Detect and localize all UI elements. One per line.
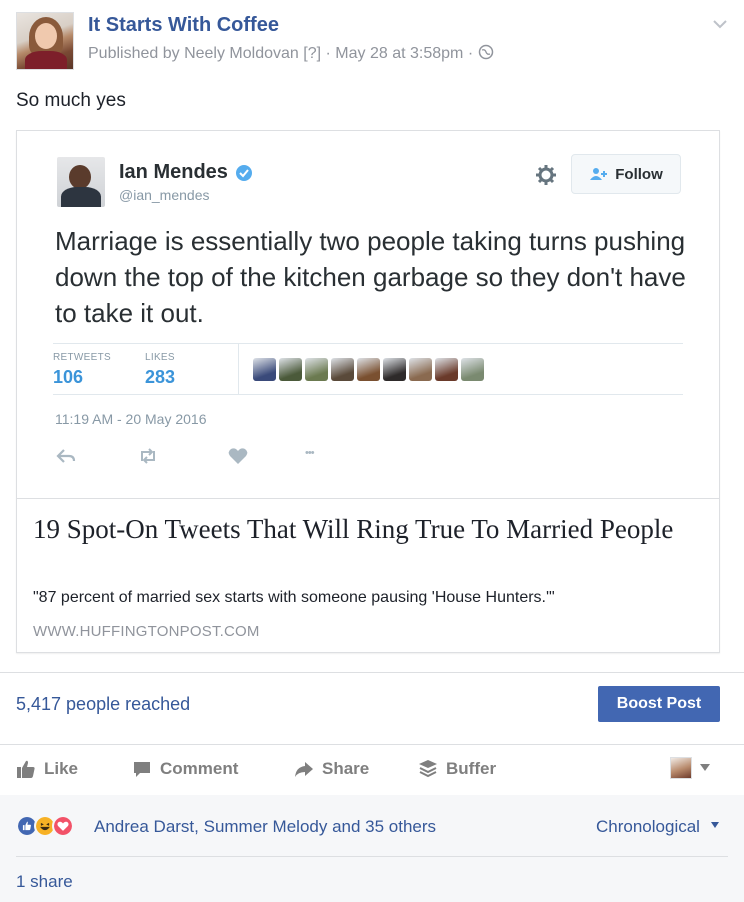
tweet-author-avatar	[57, 157, 105, 207]
link-title[interactable]: 19 Spot-On Tweets That Will Ring True To…	[33, 513, 693, 545]
add-user-icon	[590, 168, 608, 180]
tweet-follow-button: Follow	[571, 154, 681, 194]
tweet-author-handle: @ian_mendes	[119, 187, 210, 203]
liker-avatar	[331, 358, 354, 381]
stats-divider	[238, 344, 239, 394]
retweets-count: 106	[53, 367, 84, 387]
shared-link-card[interactable]: Ian Mendes @ian_mendes Follow Marriage i…	[16, 130, 720, 653]
heart-icon	[228, 448, 248, 464]
retweets-stat: RETWEETS 106	[53, 352, 111, 388]
globe-icon[interactable]	[478, 44, 494, 60]
buffer-label: Buffer	[446, 759, 497, 778]
post-text: So much yes	[16, 90, 126, 111]
like-button[interactable]: Like	[16, 756, 78, 782]
chevron-down-icon[interactable]	[712, 16, 728, 32]
love-reaction-icon	[52, 815, 74, 837]
tweet-author-name: Ian Mendes	[119, 161, 228, 183]
comment-button[interactable]: Comment	[132, 756, 238, 782]
likes-stat: LIKES 283	[145, 352, 175, 388]
share-button[interactable]: Share	[294, 756, 369, 782]
help-marker[interactable]: [?]	[303, 45, 321, 62]
post-action-bar: Like Comment Share Buffer	[0, 746, 744, 794]
post-timestamp[interactable]: May 28 at 3:58pm	[335, 45, 463, 62]
gear-icon	[536, 165, 556, 185]
post-meta: Published by Neely Moldovan [?] · May 28…	[88, 44, 494, 63]
share-arrow-icon	[295, 762, 313, 777]
retweet-icon	[141, 448, 155, 464]
reach-link[interactable]: 5,417 people reached	[16, 694, 190, 715]
retweets-label: RETWEETS	[53, 352, 111, 363]
tweet-stats: RETWEETS 106 LIKES 283	[53, 343, 683, 395]
page-avatar[interactable]	[16, 12, 74, 70]
more-icon: •••	[305, 447, 315, 459]
liker-avatar	[305, 358, 328, 381]
post-header: It Starts With Coffee Published by Neely…	[16, 12, 728, 74]
reaction-icons[interactable]	[16, 815, 96, 839]
likes-label: LIKES	[145, 352, 175, 363]
link-domain: WWW.HUFFINGTONPOST.COM	[33, 623, 260, 640]
tweet-text: Marriage is essentially two people takin…	[55, 226, 686, 328]
sort-dropdown[interactable]: Chronological	[596, 817, 700, 837]
boost-post-button[interactable]: Boost Post	[598, 686, 720, 722]
liker-avatar	[409, 358, 432, 381]
divider	[0, 672, 744, 673]
liker-avatars	[253, 358, 484, 381]
publisher-text: Published by Neely Moldovan	[88, 45, 299, 62]
reaction-names-link[interactable]: Andrea Darst, Summer Melody and 35 other…	[94, 817, 436, 837]
tweet-screenshot: Ian Mendes @ian_mendes Follow Marriage i…	[17, 131, 719, 499]
shares-link[interactable]: 1 share	[16, 872, 73, 892]
reply-icon	[56, 449, 76, 463]
thumbs-up-icon	[17, 760, 35, 778]
reactions-footer: Andrea Darst, Summer Melody and 35 other…	[0, 795, 744, 902]
comment-label: Comment	[160, 759, 239, 778]
liker-avatar	[435, 358, 458, 381]
like-label: Like	[44, 759, 79, 778]
buffer-button[interactable]: Buffer	[418, 756, 496, 782]
likes-count: 283	[145, 367, 176, 387]
buffer-icon	[419, 760, 437, 778]
link-description: "87 percent of married sex starts with s…	[33, 589, 555, 606]
liker-avatar	[383, 358, 406, 381]
meta-separator: ·	[325, 45, 331, 62]
page-name-link[interactable]: It Starts With Coffee	[88, 14, 279, 37]
meta-separator-2: ·	[467, 45, 474, 62]
verified-badge-icon	[236, 165, 252, 181]
follow-label: Follow	[615, 165, 663, 183]
divider	[0, 744, 744, 745]
liker-avatar	[253, 358, 276, 381]
comment-icon	[134, 762, 150, 777]
caret-down-icon[interactable]	[711, 822, 719, 828]
share-label: Share	[322, 759, 370, 778]
footer-divider	[16, 856, 728, 857]
tweet-actions: •••	[55, 447, 355, 467]
tweet-date: 11:19 AM - 20 May 2016	[55, 411, 207, 427]
liker-avatar	[461, 358, 484, 381]
liker-avatar	[357, 358, 380, 381]
caret-down-icon[interactable]	[700, 764, 710, 772]
acting-as-avatar[interactable]	[670, 757, 692, 779]
liker-avatar	[279, 358, 302, 381]
